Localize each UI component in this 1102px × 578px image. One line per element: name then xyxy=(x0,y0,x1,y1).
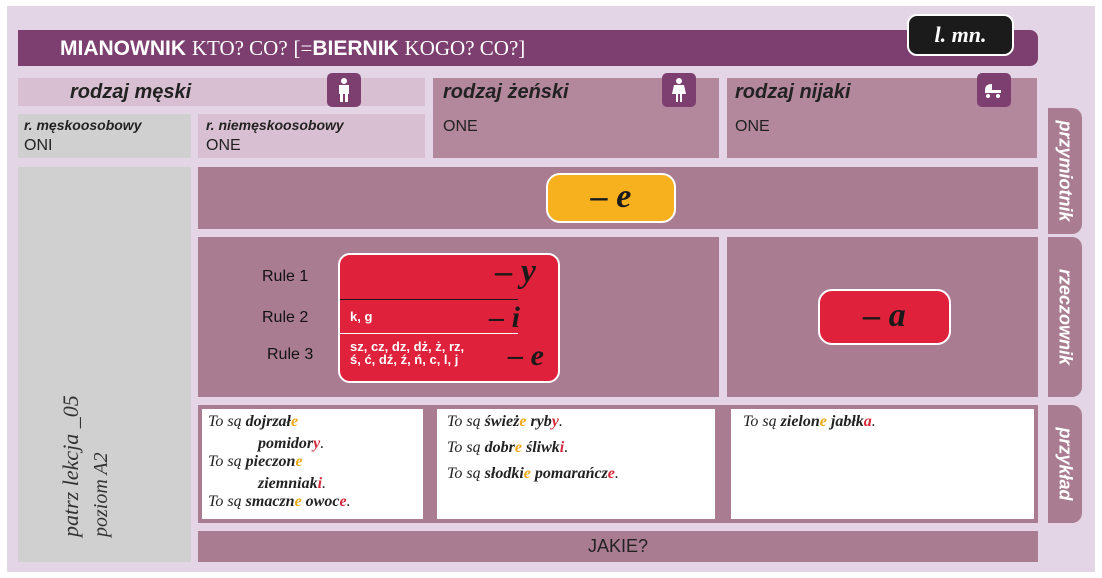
tab-example: przykład xyxy=(1048,405,1082,523)
examples-feminine: To są świeże ryby. To są dobre śliwki. T… xyxy=(437,409,715,519)
masculine-label: rodzaj męski xyxy=(70,81,192,103)
rule-2-label: Rule 2 xyxy=(262,309,309,326)
header-title: MIANOWNIK KTO? CO? [=BIERNIK KOGO? CO?] xyxy=(60,36,525,61)
rule-1-label: Rule 1 xyxy=(262,268,309,285)
example-1: To są dojrzałe pomidory. xyxy=(208,413,325,452)
neuter-label: rodzaj nijaki xyxy=(735,81,851,103)
case-name-2: BIERNIK xyxy=(312,37,399,60)
tab-adjective: przymiotnik xyxy=(1048,108,1082,234)
feminine-label: rodzaj żeński xyxy=(443,81,569,103)
ending-y: – y xyxy=(495,253,536,290)
lesson-reference: patrz lekcja _05 xyxy=(58,395,83,537)
masculine-nonpersonal-cell: r. niemęskoosobowy ONE xyxy=(198,114,425,158)
case-question-2: KOGO? CO?] xyxy=(404,36,526,60)
masculine-cell: rodzaj męski xyxy=(18,78,425,106)
ending-i: – i xyxy=(489,301,520,334)
tab-noun: rzeczownik xyxy=(1048,237,1082,397)
equals-sign: [= xyxy=(293,36,313,60)
case-name: MIANOWNIK xyxy=(60,37,186,60)
examples-masculine: To są dojrzałe pomidory. To są pieczone zi… xyxy=(202,409,423,519)
divider xyxy=(340,299,518,300)
level-reference: poziom A2 xyxy=(90,452,112,537)
plural-badge: l. mn. xyxy=(907,14,1014,56)
rule-3-label: Rule 3 xyxy=(267,346,314,363)
baby-carriage-icon xyxy=(977,73,1011,107)
examples-neuter: To są zielone jabłka. xyxy=(731,409,1034,519)
masculine-nonpersonal-label: r. niemęskoosobowy xyxy=(206,117,344,133)
man-icon xyxy=(327,73,361,107)
neuter-noun-ending: – a xyxy=(818,289,951,345)
example-3: To są smaczne owoce. xyxy=(208,493,351,510)
example-2: To są pieczone ziemniaki. xyxy=(208,453,327,492)
neuter-pronoun: ONE xyxy=(735,118,770,135)
masculine-personal-cell: r. męskoosobowy ONI xyxy=(18,114,191,158)
rule-3-letters: sz, cz, dz, dż, ż, rz, ś, ć, dź, ź, ń, c… xyxy=(350,339,465,367)
example-7: To są zielone jabłka. xyxy=(743,413,876,430)
side-note-cell: patrz lekcja _05 poziom A2 xyxy=(18,167,191,562)
woman-icon xyxy=(662,73,696,107)
rule-2-letters: k, g xyxy=(350,309,373,324)
example-5: To są dobre śliwki. xyxy=(447,439,569,456)
noun-endings-box: – y k, g – i sz, cz, dz, dż, ż, rz, ś, ć… xyxy=(338,253,560,383)
example-6: To są słodkie pomarańcze. xyxy=(447,465,619,482)
example-4: To są świeże ryby. xyxy=(447,413,563,430)
masculine-personal-pronoun: ONI xyxy=(24,137,53,154)
ending-e: – e xyxy=(508,339,544,372)
footer-question: JAKIE? xyxy=(198,531,1038,562)
case-question: KTO? CO? xyxy=(191,36,288,60)
masculine-personal-label: r. męskoosobowy xyxy=(24,117,142,133)
adjective-ending: – e xyxy=(546,173,676,223)
masculine-nonpersonal-pronoun: ONE xyxy=(206,137,241,154)
divider-2 xyxy=(340,333,518,334)
feminine-pronoun: ONE xyxy=(443,118,478,135)
